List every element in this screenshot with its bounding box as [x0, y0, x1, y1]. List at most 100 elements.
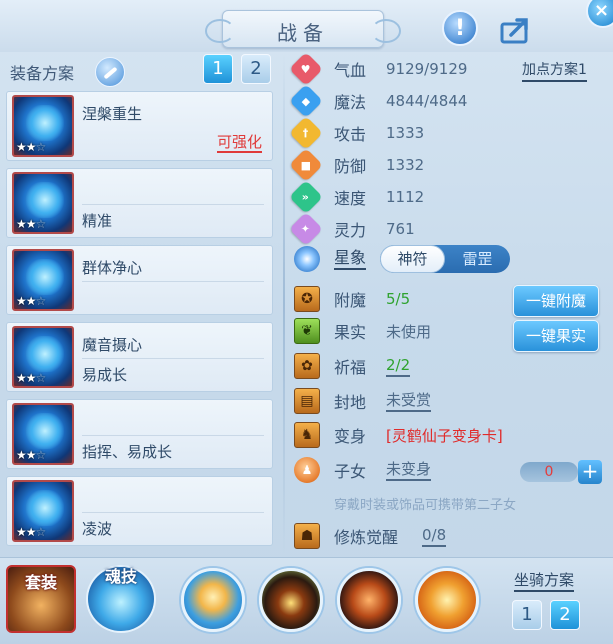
- share-button[interactable]: [498, 12, 534, 48]
- share-icon: [500, 18, 528, 44]
- card-divider: [82, 512, 264, 513]
- suit-button[interactable]: 套装: [6, 565, 76, 633]
- stat-label: 魔法: [334, 93, 367, 112]
- equipment-card-2[interactable]: ★★☆ 精准: [6, 168, 273, 238]
- plan-tab-1[interactable]: 1: [203, 54, 233, 84]
- stat-value: 1112: [386, 188, 425, 206]
- plan-tab-2[interactable]: 2: [241, 54, 271, 84]
- bless-link[interactable]: 2/2: [386, 355, 411, 377]
- child-label: 子女: [334, 462, 367, 481]
- child-hint: 穿戴时装或饰品可携带第二子女: [334, 498, 517, 513]
- card-divider: [82, 281, 264, 282]
- stat-value: 9129/9129: [386, 60, 468, 78]
- enchant-value: 5/5: [386, 290, 411, 308]
- fief-link[interactable]: 未受赏: [386, 390, 432, 412]
- child-link[interactable]: 未变身: [386, 459, 432, 481]
- toggle-option-shenfu[interactable]: 神符: [380, 245, 446, 273]
- equipment-art: [26, 259, 64, 295]
- fruit-label: 果实: [334, 323, 367, 342]
- stat-mp: ◆ 魔法 4844/4844: [289, 84, 468, 118]
- mount-plan-label: 坐骑方案: [514, 570, 575, 592]
- card-name: 魔音摄心: [82, 336, 143, 354]
- bless-icon: ✿: [294, 353, 320, 379]
- star-sign-toggle[interactable]: 神符 雷罡: [380, 245, 511, 273]
- child-count: 0: [520, 462, 578, 482]
- stat-hp: ♥ 气血 9129/9129: [289, 52, 468, 86]
- child-icon: ♟: [294, 457, 320, 483]
- stat-value: 1332: [386, 156, 425, 174]
- equipment-art: [26, 413, 64, 449]
- star-rating: ★★☆: [16, 294, 46, 308]
- enchant-row: ✪ 附魔 5/5: [294, 286, 410, 312]
- skill-slot-2[interactable]: [259, 568, 323, 632]
- card-divider: [82, 435, 264, 436]
- awaken-link[interactable]: 0/8: [422, 525, 447, 547]
- equipment-card-5[interactable]: ★★☆ 指挥、易成长: [6, 399, 273, 469]
- equipment-art: [26, 182, 64, 218]
- fruit-icon: ❦: [294, 318, 320, 344]
- equipment-card-1[interactable]: ★★☆ 涅槃重生 可强化: [6, 91, 273, 161]
- card-trait: 精准: [82, 212, 113, 230]
- toggle-option-leigang[interactable]: 雷罡: [445, 245, 510, 273]
- star-sign-row: 星象 神符 雷罡: [294, 245, 511, 273]
- card-trait: 易成长: [82, 366, 128, 384]
- stat-value: 1333: [386, 124, 425, 142]
- skill-slot-1[interactable]: [181, 568, 245, 632]
- transform-row: ♞ 变身 [灵鹤仙子变身卡]: [294, 422, 503, 448]
- stat-label: 气血: [334, 61, 367, 80]
- mana-icon: ◆: [289, 84, 323, 118]
- child-row: ♟ 子女 未变身: [294, 457, 432, 483]
- card-divider: [82, 358, 264, 359]
- stat-spirit: ✦ 灵力 761: [289, 212, 415, 246]
- skill-slot-4[interactable]: [415, 568, 479, 632]
- child-add-button[interactable]: +: [578, 460, 602, 484]
- divider: [283, 54, 285, 554]
- stat-label: 灵力: [334, 221, 367, 240]
- transform-value[interactable]: [灵鹤仙子变身卡]: [386, 425, 503, 446]
- help-button[interactable]: !: [442, 10, 478, 46]
- fruit-value: 未使用: [386, 322, 432, 341]
- equipment-card-3[interactable]: ★★☆ 群体净心: [6, 245, 273, 315]
- soul-skill-label: 魂技: [104, 567, 137, 586]
- equipment-plan-label: 装备方案: [10, 64, 75, 83]
- card-name: 群体净心: [82, 259, 143, 277]
- edit-icon[interactable]: [95, 57, 125, 87]
- equipment-icon: ★★☆: [12, 95, 74, 157]
- star-rating: ★★☆: [16, 217, 46, 231]
- transform-icon: ♞: [294, 422, 320, 448]
- enchant-icon: ✪: [294, 286, 320, 312]
- page-title: 战备: [277, 21, 329, 45]
- equipment-icon: ★★☆: [12, 480, 74, 542]
- soul-skill-button[interactable]: 魂技: [86, 565, 156, 633]
- spirit-icon: ✦: [289, 212, 323, 246]
- stat-attack: † 攻击 1333: [289, 116, 425, 150]
- card-trait: 指挥、易成长: [82, 443, 173, 461]
- star-rating: ★★☆: [16, 371, 46, 385]
- star-sign-link[interactable]: 星象: [334, 248, 367, 270]
- child-stepper: 0 +: [520, 460, 602, 484]
- equipment-card-6[interactable]: ★★☆ 凌波: [6, 476, 273, 546]
- equipment-card-4[interactable]: ★★☆ 魔音摄心 易成长: [6, 322, 273, 392]
- fief-row: ▤ 封地 未受赏: [294, 388, 432, 414]
- speed-icon: »: [289, 180, 323, 214]
- one-click-fruit-button[interactable]: 一键果实: [513, 320, 599, 352]
- shield-icon: ■: [289, 148, 323, 182]
- equipment-icon: ★★☆: [12, 172, 74, 234]
- equipment-icon: ★★☆: [12, 249, 74, 311]
- skill-slot-3[interactable]: [337, 568, 401, 632]
- card-name: 涅槃重生: [82, 105, 143, 123]
- star-sign-icon: [294, 246, 320, 272]
- enhance-link[interactable]: 可强化: [216, 133, 262, 153]
- stat-value: 4844/4844: [386, 92, 468, 110]
- mount-tab-1[interactable]: 1: [512, 600, 542, 630]
- mount-tab-2[interactable]: 2: [550, 600, 580, 630]
- card-trait: 凌波: [82, 520, 113, 538]
- equipment-icon: ★★☆: [12, 326, 74, 388]
- stat-defense: ■ 防御 1332: [289, 148, 425, 182]
- add-point-plan-link[interactable]: 加点方案1: [522, 60, 587, 82]
- one-click-enchant-button[interactable]: 一键附魔: [513, 285, 599, 317]
- stat-value: 761: [386, 220, 415, 238]
- star-rating: ★★☆: [16, 448, 46, 462]
- fief-label: 封地: [334, 393, 367, 412]
- suit-label: 套装: [24, 573, 57, 592]
